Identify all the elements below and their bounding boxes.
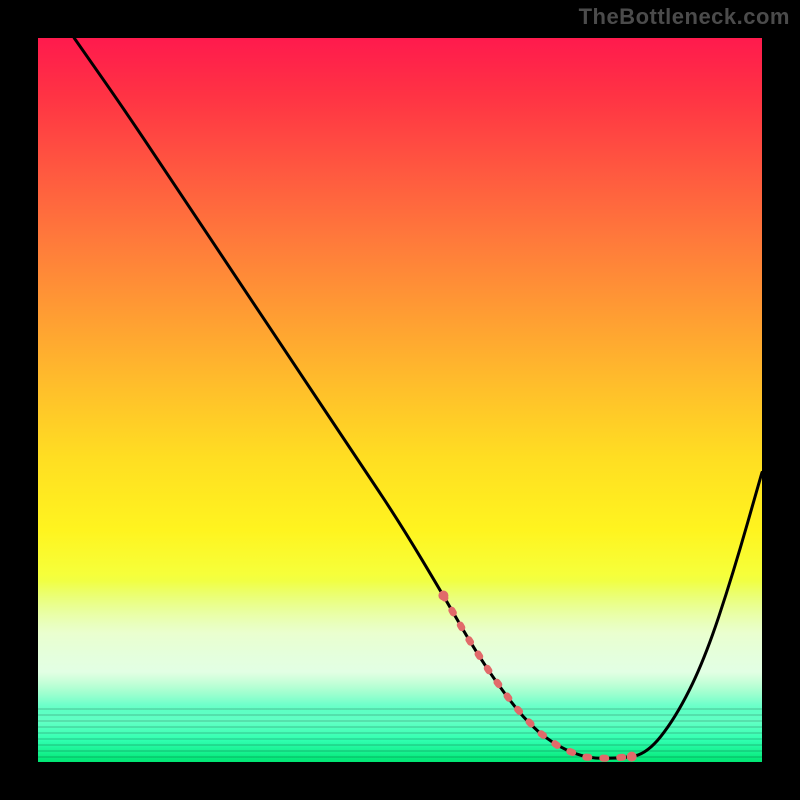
highlight-endpoint bbox=[438, 591, 448, 601]
chart-frame: TheBottleneck.com bbox=[0, 0, 800, 800]
bottom-green-stripes bbox=[38, 704, 762, 762]
pale-yellow-band bbox=[38, 581, 762, 711]
highlight-segment bbox=[443, 596, 631, 759]
plot-area bbox=[38, 38, 762, 762]
curve-layer bbox=[38, 38, 762, 762]
bottleneck-curve bbox=[74, 38, 762, 758]
watermark-text: TheBottleneck.com bbox=[579, 4, 790, 30]
highlight-endpoint bbox=[627, 752, 637, 762]
